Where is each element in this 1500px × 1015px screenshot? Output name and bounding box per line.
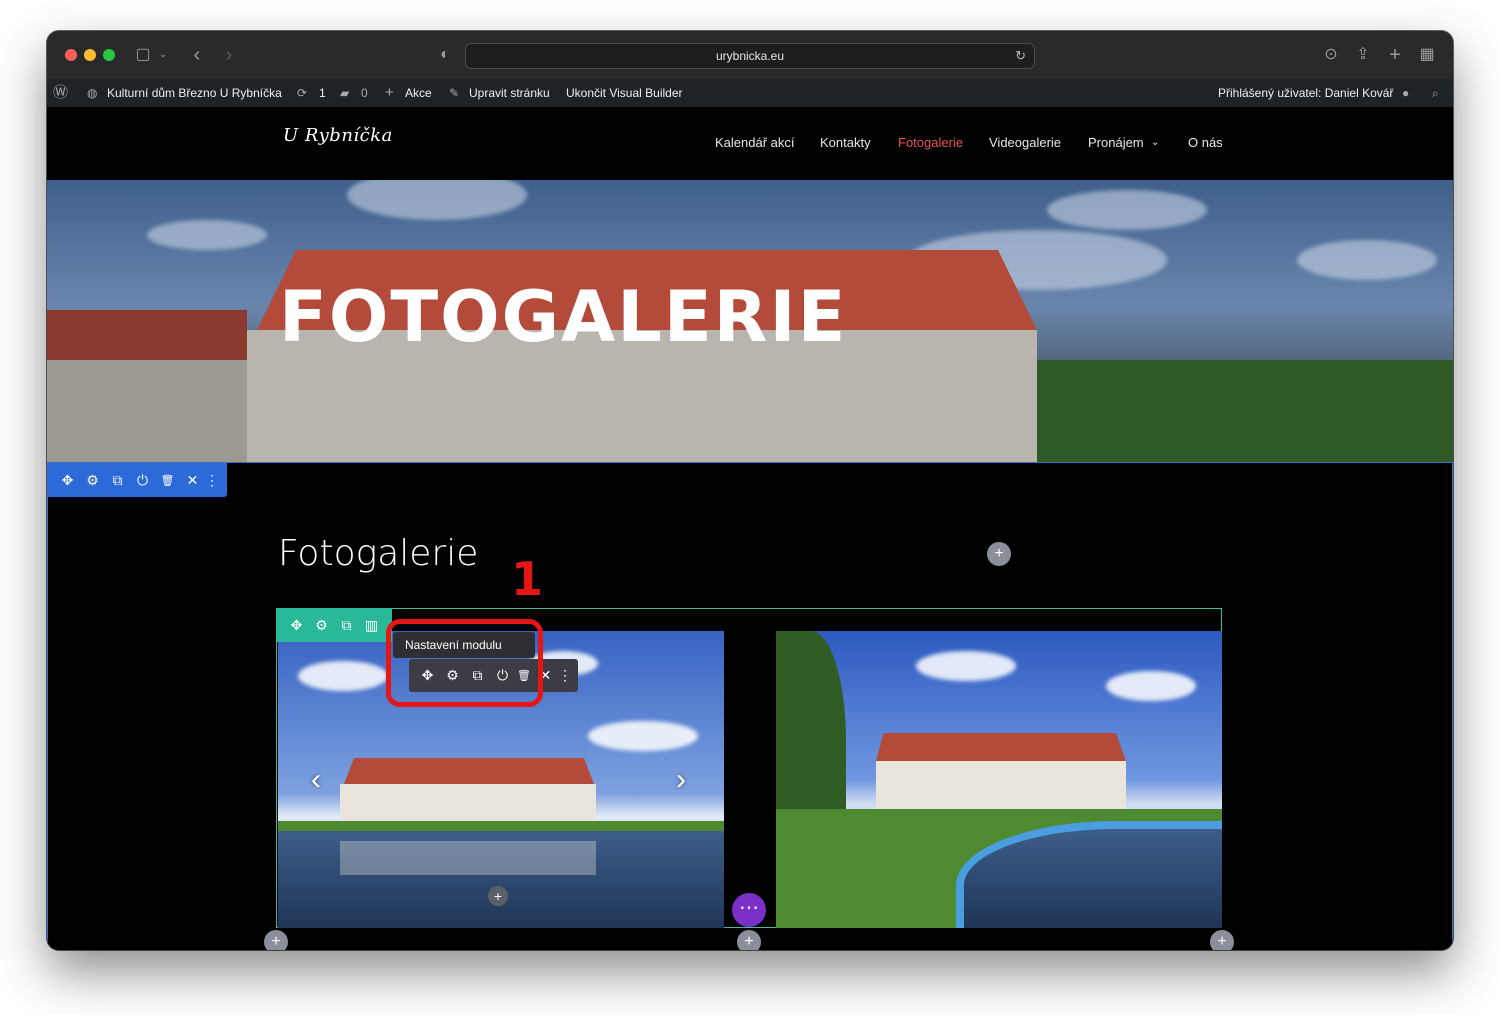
nav-item-pronajem[interactable]: Pronájem [1088, 135, 1144, 150]
gallery-photo-right [776, 631, 1222, 928]
slider-next-arrow-icon[interactable]: › [676, 763, 686, 797]
settings-icon[interactable]: ⚙ [309, 617, 334, 634]
site-logo[interactable]: U Rybníčka [283, 125, 393, 146]
dashboard-icon: ◍ [87, 86, 98, 100]
site-name-link[interactable]: Kulturní dům Březno U Rybníčka [107, 79, 282, 107]
annotation-highlight-box [386, 619, 543, 707]
row-toolbar: ✥ ⚙ ⧉ ▥ [276, 608, 392, 642]
forward-icon[interactable]: › [219, 43, 239, 67]
move-icon[interactable]: ✥ [284, 617, 309, 634]
chevron-down-icon[interactable]: ⌄ [1151, 137, 1159, 148]
annotation-number: 1 [511, 552, 544, 606]
comments-count[interactable]: 0 [361, 79, 368, 107]
logged-in-user[interactable]: Přihlášený uživatel: Daniel Kovář [1218, 79, 1393, 107]
nav-item-o-nas[interactable]: O nás [1188, 135, 1223, 150]
hero-banner: FOTOGALERIE [47, 180, 1453, 462]
add-column-module-icon[interactable]: + [1210, 930, 1234, 950]
chevron-down-icon[interactable]: ⌄ [157, 43, 169, 67]
browser-window: ▢ ⌄ ‹ › ◐ urybnicka.eu ↻ ⊙ ⇪ + ▦ Ⓦ ◍ Kul… [47, 31, 1453, 950]
reload-icon[interactable]: ↻ [1015, 44, 1026, 68]
pencil-icon: ✎ [449, 86, 460, 100]
duplicate-icon[interactable]: ⧉ [105, 472, 130, 489]
add-slide-icon[interactable]: + [488, 886, 508, 906]
columns-icon[interactable]: ▥ [359, 617, 384, 634]
address-bar[interactable]: urybnicka.eu ↻ [465, 43, 1035, 69]
close-icon[interactable]: ✕ [180, 472, 205, 489]
section-title: Fotogalerie [278, 533, 479, 574]
comments-icon: ▰ [340, 86, 350, 100]
minimize-window-button[interactable] [84, 49, 96, 61]
url-text: urybnicka.eu [715, 49, 785, 63]
user-avatar-icon[interactable]: ● [1402, 79, 1409, 107]
nav-item-kalendar[interactable]: Kalendář akcí [715, 135, 795, 150]
exit-visual-builder-link[interactable]: Ukončit Visual Builder [566, 79, 683, 107]
nav-item-kontakty[interactable]: Kontakty [820, 135, 871, 150]
nav-item-videogalerie[interactable]: Videogalerie [989, 135, 1061, 150]
nav-item-fotogalerie[interactable]: Fotogalerie [898, 135, 963, 150]
hero-title: FOTOGALERIE [279, 276, 848, 358]
add-row-icon[interactable]: + [264, 930, 288, 950]
privacy-shield-icon[interactable]: ◐ [435, 43, 455, 67]
browser-toolbar: ▢ ⌄ ‹ › ◐ urybnicka.eu ↻ ⊙ ⇪ + ▦ [47, 31, 1453, 80]
plus-icon: + [385, 84, 394, 101]
page-settings-more-button[interactable]: ⋯ [732, 893, 766, 927]
tab-overview-icon[interactable]: ▦ [1417, 43, 1437, 67]
zoom-window-button[interactable] [103, 49, 115, 61]
add-column-module-icon[interactable]: + [737, 930, 761, 950]
power-icon[interactable]: ⏻ [130, 472, 155, 489]
share-icon[interactable]: ⇪ [1353, 43, 1373, 67]
site-header: U Rybníčka Kalendář akcí Kontakty Fotoga… [47, 107, 1453, 180]
updates-count[interactable]: 1 [319, 79, 326, 107]
slider-prev-arrow-icon[interactable]: ‹ [311, 763, 321, 797]
close-window-button[interactable] [65, 49, 77, 61]
move-icon[interactable]: ✥ [55, 472, 80, 489]
wp-admin-bar: Ⓦ ◍ Kulturní dům Březno U Rybníčka ⟳ 1 ▰… [47, 79, 1453, 107]
sidebar-icon[interactable]: ▢ [133, 43, 153, 67]
downloads-icon[interactable]: ⊙ [1321, 43, 1341, 67]
section-toolbar: ✥ ⚙ ⧉ ⏻ 🗑 ✕ ⋮ [47, 463, 227, 497]
updates-icon: ⟳ [297, 86, 308, 100]
back-icon[interactable]: ‹ [187, 43, 207, 67]
settings-icon[interactable]: ⚙ [80, 472, 105, 489]
more-icon[interactable]: ⋮ [558, 667, 572, 684]
new-item-link[interactable]: Akce [405, 79, 432, 107]
search-icon[interactable]: ⌕ [1432, 79, 1439, 107]
delete-icon[interactable]: 🗑 [155, 474, 180, 487]
more-icon[interactable]: ⋮ [205, 472, 219, 489]
duplicate-icon[interactable]: ⧉ [334, 617, 359, 634]
add-module-icon[interactable]: + [987, 542, 1011, 566]
wordpress-logo-icon[interactable]: Ⓦ [53, 79, 68, 107]
new-tab-icon[interactable]: + [1385, 43, 1405, 67]
edit-page-link[interactable]: Upravit stránku [469, 79, 550, 107]
